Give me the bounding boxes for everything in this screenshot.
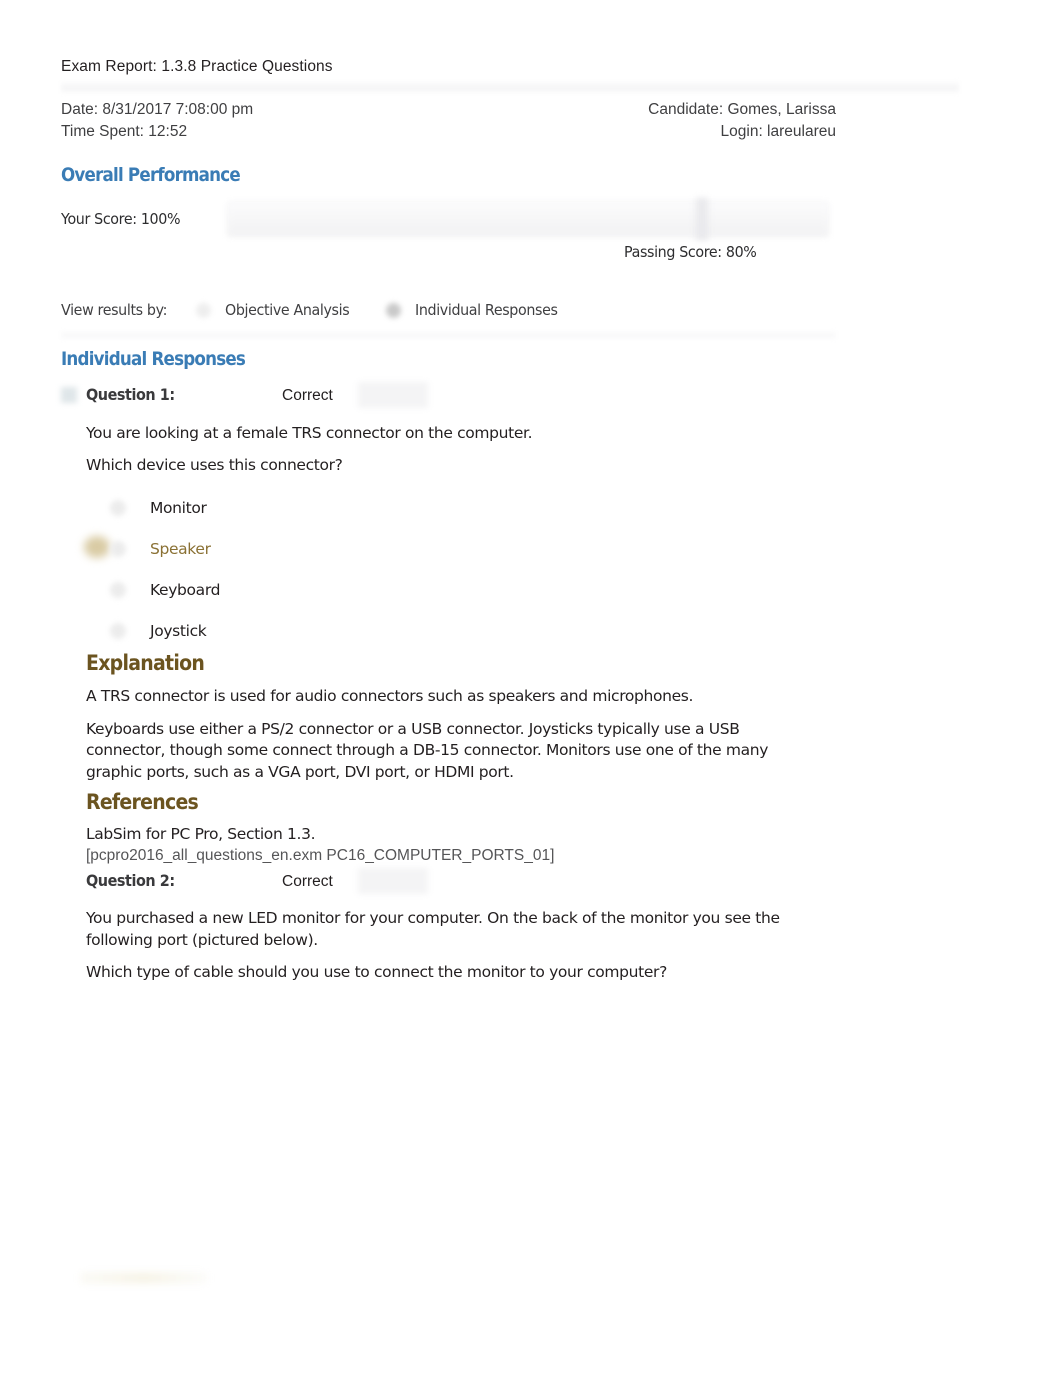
question-2-label: Question 2: bbox=[86, 871, 175, 890]
answer-option[interactable]: Keyboard bbox=[110, 569, 220, 610]
time-spent: Time Spent: 12:52 bbox=[61, 123, 188, 140]
question-1-label: Question 1: bbox=[86, 385, 175, 404]
individual-responses-heading: Individual Responses bbox=[61, 348, 246, 370]
your-score-label: Your Score: 100% bbox=[61, 210, 181, 228]
view-option-label: Objective Analysis bbox=[225, 301, 350, 319]
page-title: Exam Report: 1.3.8 Practice Questions bbox=[61, 58, 333, 75]
question-status-icon bbox=[61, 387, 77, 403]
radio-button-icon[interactable] bbox=[196, 302, 212, 318]
view-results-label: View results by: bbox=[61, 301, 168, 319]
answer-radio-icon[interactable] bbox=[110, 622, 126, 639]
header-divider bbox=[61, 80, 959, 94]
question-1-prompt: You are looking at a female TRS connecto… bbox=[86, 422, 806, 476]
references-body: LabSim for PC Pro, Section 1.3. [pcpro20… bbox=[86, 824, 786, 867]
candidate-name: Candidate: Gomes, Larissa bbox=[648, 101, 836, 118]
question-1-header: Question 1: Correct bbox=[61, 382, 428, 408]
metadata-row: Date: 8/31/2017 7:08:00 pm Candidate: Go… bbox=[61, 99, 836, 121]
answer-option-selected[interactable]: Speaker bbox=[84, 528, 220, 569]
correct-answer-icon bbox=[84, 536, 110, 558]
answer-label: Monitor bbox=[150, 498, 207, 517]
answer-label: Speaker bbox=[150, 539, 211, 558]
passing-score-marker bbox=[696, 198, 708, 240]
explanation-heading: Explanation bbox=[86, 651, 205, 675]
answer-label: Keyboard bbox=[150, 580, 221, 599]
exam-report-page: Exam Report: 1.3.8 Practice Questions Da… bbox=[0, 0, 1062, 1377]
reference-identifier: [pcpro2016_all_questions_en.exm PC16_COM… bbox=[86, 847, 555, 864]
explanation-paragraph: Keyboards use either a PS/2 connector or… bbox=[86, 719, 769, 781]
overall-performance-heading: Overall Performance bbox=[61, 164, 241, 186]
metadata-row: Time Spent: 12:52 Login: lareulareu bbox=[61, 121, 836, 143]
answer-radio-icon[interactable] bbox=[110, 499, 126, 516]
section-divider bbox=[61, 330, 836, 340]
question-2-header: Question 2: Correct bbox=[86, 868, 428, 894]
answer-radio-selected-icon[interactable] bbox=[110, 540, 126, 557]
answer-option[interactable]: Monitor bbox=[110, 487, 220, 528]
question-1-status: Correct bbox=[282, 387, 333, 404]
question-1-answer-list: Monitor Speaker Keyboard Joystick bbox=[84, 487, 220, 651]
score-bar-fill bbox=[228, 202, 828, 236]
view-results-by-group: View results by: Objective Analysis Indi… bbox=[61, 301, 596, 319]
report-metadata: Date: 8/31/2017 7:08:00 pm Candidate: Go… bbox=[61, 99, 836, 143]
question-2-prompt: You purchased a new LED monitor for your… bbox=[86, 907, 786, 983]
answer-radio-icon[interactable] bbox=[110, 581, 126, 598]
view-option-objective-analysis[interactable]: Objective Analysis bbox=[196, 301, 360, 319]
question-prompt-line: Which type of cable should you use to co… bbox=[86, 963, 667, 981]
passing-score-label: Passing Score: 80% bbox=[624, 243, 757, 261]
explanation-paragraph: A TRS connector is used for audio connec… bbox=[86, 687, 694, 705]
score-progress-bar bbox=[228, 198, 828, 240]
question-prompt-line: Which device uses this connector? bbox=[86, 456, 343, 474]
view-option-label: Individual Responses bbox=[415, 301, 558, 319]
references-heading: References bbox=[86, 790, 199, 814]
question-prompt-line: You are looking at a female TRS connecto… bbox=[86, 424, 533, 442]
answer-label: Joystick bbox=[150, 621, 207, 640]
radio-button-selected-icon[interactable] bbox=[386, 302, 402, 318]
exam-date: Date: 8/31/2017 7:08:00 pm bbox=[61, 101, 254, 118]
question-2-status: Correct bbox=[282, 873, 333, 890]
view-option-individual-responses[interactable]: Individual Responses bbox=[386, 301, 570, 319]
page-footer-artifact bbox=[80, 1272, 208, 1284]
question-status-highlight bbox=[358, 382, 428, 408]
login-name: Login: lareulareu bbox=[720, 123, 836, 140]
explanation-body: A TRS connector is used for audio connec… bbox=[86, 686, 786, 783]
question-prompt-line: You purchased a new LED monitor for your… bbox=[86, 909, 780, 949]
reference-source: LabSim for PC Pro, Section 1.3. bbox=[86, 825, 316, 843]
question-status-highlight bbox=[358, 868, 428, 894]
answer-option[interactable]: Joystick bbox=[110, 610, 220, 651]
